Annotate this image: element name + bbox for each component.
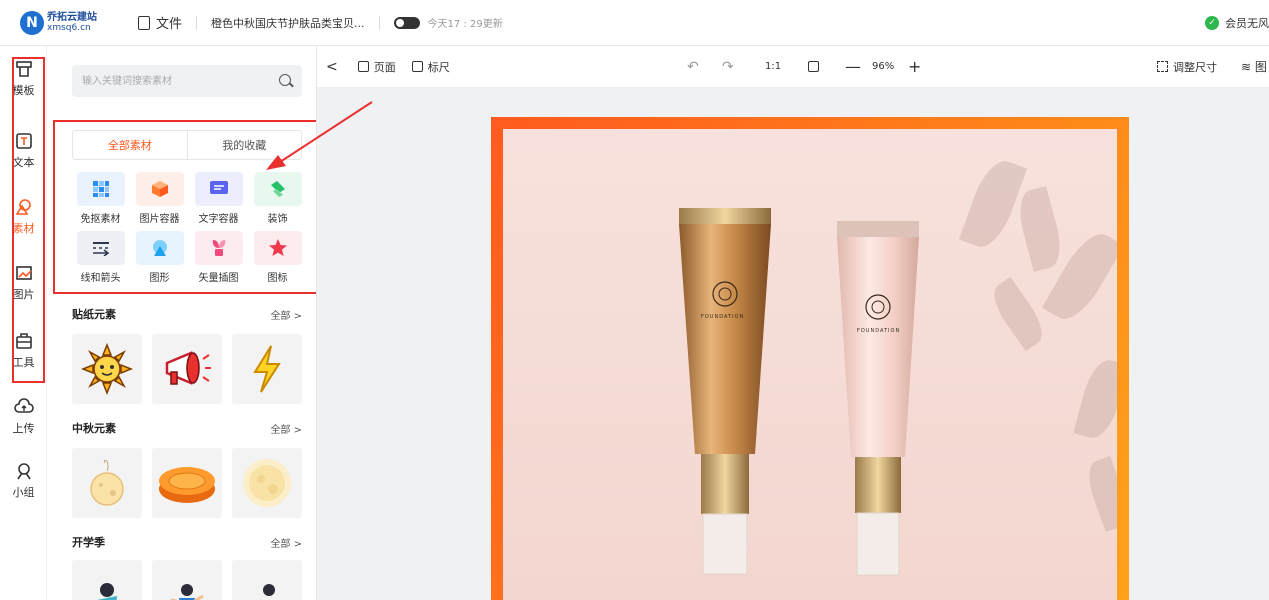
illustration-student-girl[interactable]: [72, 560, 142, 600]
nav-item-upload[interactable]: 上传: [0, 396, 47, 446]
file-label: 文件: [156, 17, 183, 32]
zoom-out-button[interactable]: —: [845, 57, 861, 76]
element-mooncake[interactable]: [152, 448, 222, 518]
divider: [378, 15, 380, 30]
search-icon[interactable]: [279, 74, 291, 86]
group-icon: [13, 460, 35, 482]
resize-label: 调整尺寸: [1173, 60, 1217, 74]
element-moon[interactable]: [232, 448, 302, 518]
document-title[interactable]: 橙色中秋国庆节护肤品类宝贝...: [211, 15, 365, 31]
redo-icon[interactable]: ↷: [722, 59, 734, 75]
illustration-student-reading[interactable]: [232, 560, 302, 600]
tube-label-gold: FOUNDATION: [701, 314, 745, 320]
actual-size-button[interactable]: 1:1: [765, 61, 781, 72]
zoom-level[interactable]: 96%: [872, 61, 894, 72]
thumbs-back-to-school: [72, 560, 304, 600]
resize-button[interactable]: 调整尺寸: [1157, 59, 1217, 75]
zoom-in-button[interactable]: +: [908, 57, 921, 76]
section-header-stickers: 贴纸元素 全部 >: [72, 306, 302, 322]
page-icon: [357, 61, 369, 72]
sticker-lightning[interactable]: [232, 334, 302, 404]
leaf-shadow: [1013, 185, 1067, 273]
thumbs-stickers: [72, 334, 304, 404]
leaf-shadow: [1073, 355, 1117, 443]
sticker-sun[interactable]: [72, 334, 142, 404]
element-rabbit-moon[interactable]: [72, 448, 142, 518]
logo-url: xmsq6.cn: [47, 22, 91, 33]
section-title: 贴纸元素: [72, 308, 116, 321]
search-input[interactable]: [72, 65, 302, 97]
section-header-midautumn: 中秋元素 全部 >: [72, 420, 302, 436]
collapse-panel-button[interactable]: <: [326, 59, 338, 75]
autosave-toggle[interactable]: [393, 16, 420, 29]
fit-screen-icon[interactable]: [808, 61, 819, 72]
file-menu-button[interactable]: 文件: [138, 13, 182, 32]
top-bar: N 乔拓云建站 xmsq6.cn 文件 橙色中秋国庆节护肤品类宝贝... 今天1…: [0, 0, 1269, 46]
product-tube-gold[interactable]: [675, 204, 775, 584]
illustration-student-boy[interactable]: [152, 560, 222, 600]
check-circle-icon: ✓: [1205, 16, 1219, 30]
sticker-megaphone[interactable]: [152, 334, 222, 404]
product-tube-pink[interactable]: [833, 217, 923, 587]
file-icon: [138, 15, 150, 30]
section-title: 开学季: [72, 536, 105, 549]
resize-icon: [1157, 61, 1168, 72]
save-status: 今天17 : 29更新: [427, 19, 503, 30]
annotation-highlight-box: [12, 57, 45, 383]
see-all-link[interactable]: 全部 >: [270, 535, 302, 550]
ruler-icon: [411, 61, 423, 72]
canvas-design-area[interactable]: FOUNDATION FOUNDATION: [503, 129, 1117, 600]
canvas-toolbar: < 页面 标尺 ↶ ↷ 1:1 — 96% + 调整尺寸 ≋ 图: [317, 46, 1269, 88]
member-status[interactable]: ✓ 会员无风: [1205, 0, 1269, 46]
divider: [196, 15, 198, 30]
leaf-shadow: [958, 154, 1028, 254]
logo-name: 乔拓云建站: [47, 11, 97, 23]
see-all-link[interactable]: 全部 >: [270, 421, 302, 436]
undo-icon[interactable]: ↶: [687, 59, 699, 75]
layers-icon: ≋: [1241, 60, 1255, 74]
logo[interactable]: N 乔拓云建站 xmsq6.cn: [20, 10, 120, 35]
see-all-link[interactable]: 全部 >: [270, 307, 302, 322]
nav-item-group[interactable]: 小组: [0, 460, 47, 510]
materials-panel: 全部素材 我的收藏 免抠素材 图片容器 文字容器 装饰: [47, 46, 317, 600]
logo-mark: N: [20, 10, 44, 35]
section-header-back-to-school: 开学季 全部 >: [72, 534, 302, 550]
thumbs-midautumn: [72, 448, 304, 518]
nav-label: 小组: [12, 486, 35, 499]
leaf-shadow: [985, 276, 1051, 352]
section-title: 中秋元素: [72, 422, 116, 435]
nav-label: 上传: [12, 422, 35, 435]
layers-label: 图: [1254, 60, 1267, 74]
page-label: 页面: [373, 60, 396, 74]
ruler-button[interactable]: 标尺: [411, 59, 450, 75]
leaf-shadow: [1081, 455, 1117, 533]
upload-cloud-icon: [13, 396, 35, 418]
layers-button[interactable]: ≋ 图: [1241, 58, 1267, 75]
tube-label-pink: FOUNDATION: [857, 328, 901, 334]
annotation-highlight-box: [53, 120, 316, 294]
member-label: 会员无风: [1225, 17, 1269, 30]
page-button[interactable]: 页面: [357, 59, 396, 75]
ruler-label: 标尺: [427, 60, 450, 74]
